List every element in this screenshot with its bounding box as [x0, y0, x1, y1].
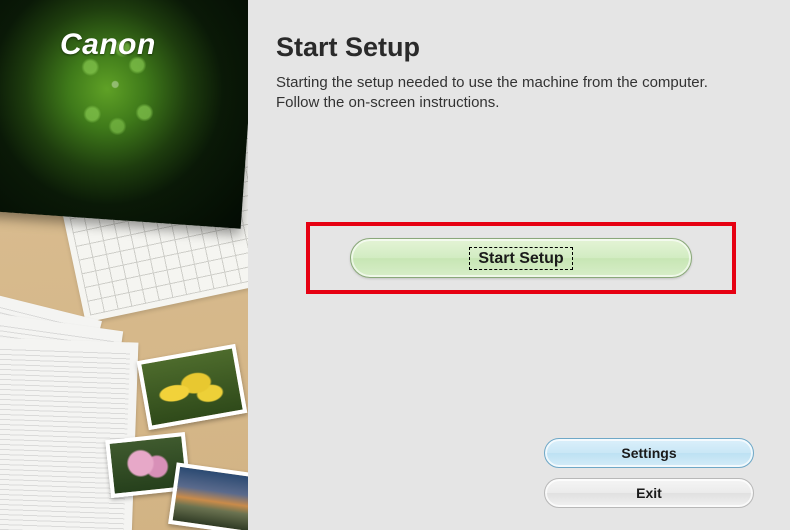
- settings-button[interactable]: Settings: [544, 438, 754, 468]
- page-title: Start Setup: [276, 32, 750, 63]
- canon-logo: Canon: [60, 28, 156, 62]
- photo-sunset: [168, 462, 248, 530]
- content-panel: Start Setup Starting the setup needed to…: [248, 0, 790, 530]
- start-setup-button[interactable]: Start Setup: [350, 238, 692, 278]
- decorative-side-panel: Canon: [0, 0, 248, 530]
- bottom-button-group: Settings Exit: [544, 438, 754, 508]
- exit-button[interactable]: Exit: [544, 478, 754, 508]
- document-sheet: [0, 337, 138, 530]
- page-description: Starting the setup needed to use the mac…: [276, 73, 750, 114]
- installer-window: Canon Start Setup Starting the setup nee…: [0, 0, 790, 530]
- start-setup-highlight: Start Setup: [306, 222, 736, 294]
- start-setup-label: Start Setup: [469, 247, 572, 270]
